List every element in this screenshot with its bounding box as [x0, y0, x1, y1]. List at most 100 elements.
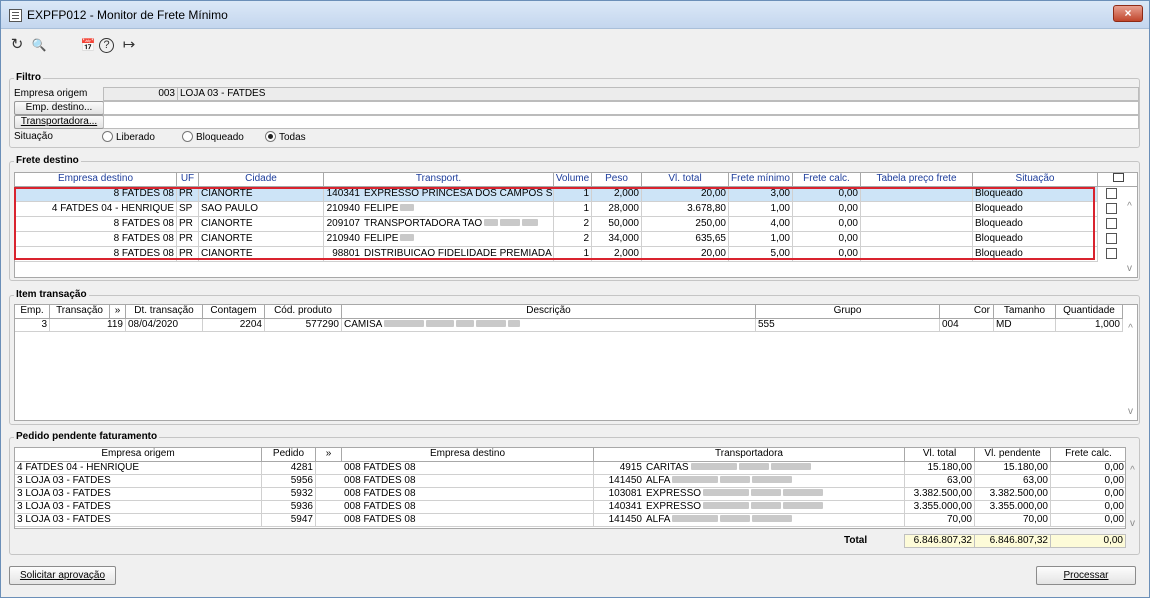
col-emp[interactable]: Emp. [15, 305, 50, 319]
search-icon[interactable]: 🔍 [29, 36, 49, 54]
transportadora-button[interactable]: Transportadora... [14, 115, 104, 129]
col-tabela-preco-frete[interactable]: Tabela preço frete [861, 173, 973, 187]
table-row[interactable]: 3 LOJA 03 - FATDES 5932 008 FATDES 08 10308… [15, 488, 1125, 501]
row-checkbox[interactable] [1106, 203, 1117, 214]
help-icon[interactable]: ? [99, 38, 114, 53]
redacted-text [783, 502, 824, 509]
scroll-down-icon[interactable]: v [1124, 406, 1137, 417]
cell-vltotal-text: 63,00 [946, 475, 972, 486]
cell-desc-text: CAMISA [344, 319, 383, 330]
col-expand[interactable]: » [110, 305, 126, 319]
table-row[interactable]: 3 119 08/04/2020 2204 577290 CAMISA 555 004 MD 1,… [15, 319, 1123, 332]
table-row[interactable]: 4 FATDES 04 - HENRIQUE 4281 008 FATDES 08 4… [15, 462, 1125, 475]
col-volume[interactable]: Volume [554, 173, 592, 187]
redacted-text [720, 476, 751, 483]
cell-tname: ALFA [644, 475, 905, 488]
col-grupo[interactable]: Grupo [756, 305, 940, 319]
col-contagem[interactable]: Contagem [203, 305, 265, 319]
row-checkbox[interactable] [1106, 188, 1117, 199]
transportadora-button-label: Transportadora... [20, 116, 98, 127]
row-checkbox[interactable] [1106, 233, 1117, 244]
frete-destino-title: Frete destino [14, 155, 81, 166]
col-select-all[interactable] [1098, 173, 1137, 187]
table-row[interactable]: 3 LOJA 03 - FATDES 5956 008 FATDES 08 14145… [15, 475, 1125, 488]
cell-tname: EXPRESSO [644, 488, 905, 501]
cell-destino-text: 008 FATDES 08 [344, 462, 416, 473]
col-uf[interactable]: UF [177, 173, 199, 187]
processar-button[interactable]: Processar [1036, 566, 1136, 585]
cell-transacao-text: 119 [107, 319, 123, 330]
col-cor[interactable]: Cor [940, 305, 994, 319]
cell-tcode: 140341 [594, 501, 644, 514]
cell-tname-text: CARITAS [646, 462, 689, 473]
cell-tcode-text: 141450 [608, 514, 642, 525]
col-vl-total[interactable]: Vl. total [905, 448, 975, 462]
refresh-icon[interactable]: ↻ [7, 36, 27, 54]
radio-todas[interactable]: Todas [265, 131, 306, 143]
radio-bloqueado[interactable]: Bloqueado [182, 131, 244, 143]
col-dt-transacao[interactable]: Dt. transação [126, 305, 203, 319]
emp-destino-input[interactable] [103, 101, 1139, 115]
cell-grupo-text: 555 [758, 319, 775, 330]
scroll-up-icon[interactable]: ^ [1124, 323, 1137, 334]
redacted-text [770, 463, 811, 470]
row-checkbox[interactable] [1106, 218, 1117, 229]
col-cidade[interactable]: Cidade [199, 173, 324, 187]
col-frete-minimo[interactable]: Frete mínimo [729, 173, 793, 187]
col-pedido[interactable]: Pedido [262, 448, 316, 462]
transportadora-input[interactable] [103, 115, 1139, 129]
cell-tcode: 141450 [594, 475, 644, 488]
cell-destino-text: 008 FATDES 08 [344, 488, 416, 499]
col-vl-pendente[interactable]: Vl. pendente [975, 448, 1051, 462]
cell-cor: 004 [940, 319, 994, 332]
redacted-text [508, 320, 521, 327]
table-row[interactable]: 3 LOJA 03 - FATDES 5947 008 FATDES 08 14145… [15, 514, 1125, 527]
cell-fcalc-text: 0,00 [1104, 501, 1124, 512]
scroll-up-icon[interactable]: ^ [1123, 201, 1136, 212]
radio-liberado[interactable]: Liberado [102, 131, 155, 143]
calendar-icon[interactable]: 📅 [78, 36, 98, 54]
highlight-frame [14, 187, 1095, 260]
col-expand[interactable]: » [316, 448, 342, 462]
empresa-origem-label: Empresa origem [14, 88, 88, 99]
cell-cod-text: 577290 [305, 319, 339, 330]
scroll-down-icon[interactable]: v [1126, 518, 1139, 529]
cell-origem: 3 LOJA 03 - FATDES [15, 501, 262, 514]
col-quantidade[interactable]: Quantidade [1056, 305, 1123, 319]
col-peso[interactable]: Peso [592, 173, 642, 187]
scroll-down-icon[interactable]: v [1123, 263, 1136, 274]
col-situacao[interactable]: Situação [973, 173, 1098, 187]
cell-vlpend-text: 3.355.000,00 [989, 501, 1048, 512]
redacted-text [476, 320, 507, 327]
col-frete-calc[interactable]: Frete calc. [793, 173, 861, 187]
exit-icon[interactable]: ↦ [119, 36, 139, 54]
col-vl-total[interactable]: Vl. total [642, 173, 729, 187]
redacted-text [703, 489, 750, 496]
col-empresa-origem[interactable]: Empresa origem [15, 448, 262, 462]
col-frete-calc[interactable]: Frete calc. [1051, 448, 1125, 462]
pedido-pendente-group: Pedido pendente faturamento Empresa orig… [9, 431, 1140, 555]
col-empresa-destino[interactable]: Empresa destino [342, 448, 594, 462]
redacted-text [752, 515, 793, 522]
close-button[interactable]: × [1113, 5, 1143, 22]
emp-destino-button[interactable]: Emp. destino... [14, 101, 104, 115]
col-transport[interactable]: Transport. [324, 173, 554, 187]
solicitar-aprovacao-button[interactable]: Solicitar aprovação [9, 566, 116, 585]
scroll-up-icon[interactable]: ^ [1126, 465, 1139, 476]
radio-circle [182, 131, 193, 142]
cell-fcalc: 0,00 [1051, 475, 1125, 488]
cell-tname: CARITAS [644, 462, 905, 475]
redacted-text [751, 502, 782, 509]
frete-destino-group: Frete destino Empresa destino UF Cidade … [9, 155, 1140, 281]
col-empresa-destino[interactable]: Empresa destino [15, 173, 177, 187]
table-row[interactable]: 3 LOJA 03 - FATDES 5936 008 FATDES 08 14034… [15, 501, 1125, 514]
col-tamanho[interactable]: Tamanho [994, 305, 1056, 319]
col-descricao[interactable]: Descrição [342, 305, 756, 319]
col-cod-produto[interactable]: Cód. produto [265, 305, 342, 319]
cell-destino: 008 FATDES 08 [342, 501, 594, 514]
row-checkbox[interactable] [1106, 248, 1117, 259]
cell-vlpend: 70,00 [975, 514, 1051, 527]
cell-pedido-text: 5956 [290, 475, 313, 486]
col-transacao[interactable]: Transação [50, 305, 110, 319]
col-transportadora[interactable]: Transportadora [594, 448, 905, 462]
